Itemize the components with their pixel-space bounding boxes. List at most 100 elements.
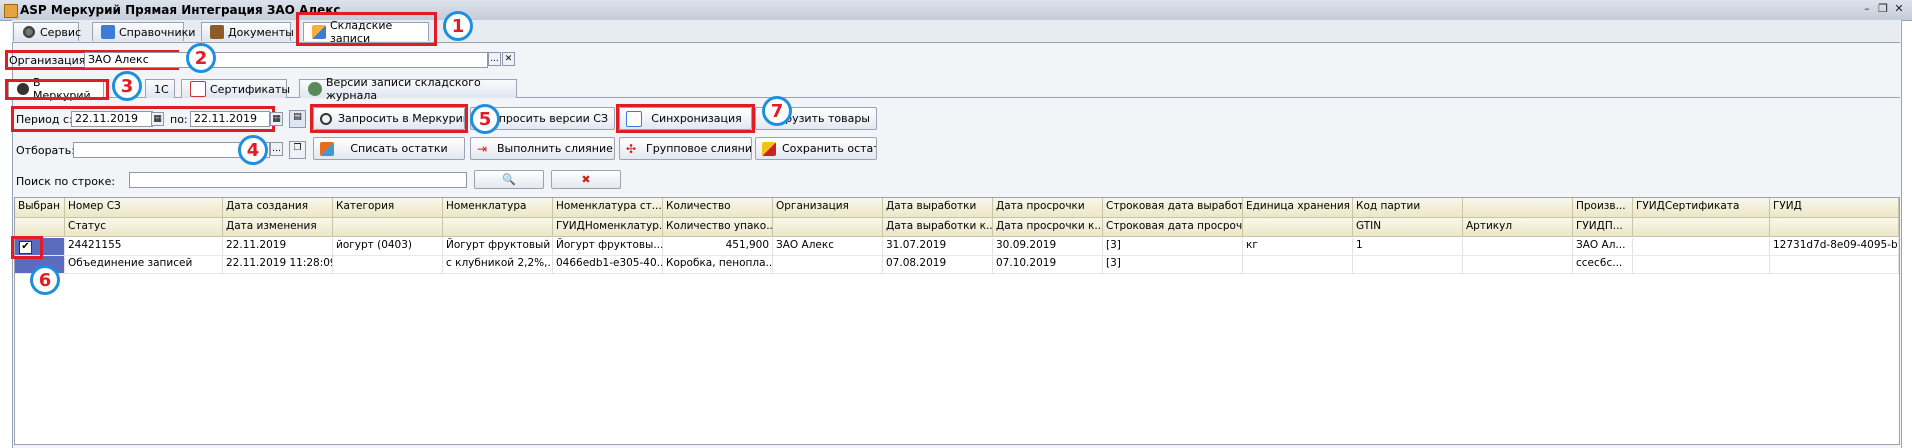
period-from-label: Период с:	[16, 113, 73, 126]
row1-created: 22.11.2019	[223, 238, 333, 256]
header-category[interactable]: Категория	[333, 198, 443, 218]
org-clear-button[interactable]: ✕	[502, 52, 515, 66]
subtab-record-versions[interactable]: Версии записи складского журнала	[299, 76, 517, 102]
merge-icon: ⇥	[477, 141, 488, 156]
subheader-organization[interactable]	[773, 218, 883, 237]
group-merge-button[interactable]: ✣ Групповое слияние	[619, 137, 752, 160]
filter-label: Отборать:	[16, 144, 75, 157]
row1-nomenclature: Йогурт фруктовый	[443, 238, 553, 256]
grid-content: Выбран Номер СЗ Статус 24421155 Объединение …	[15, 198, 1899, 444]
row1b-created: 22.11.2019 11:28:09	[223, 256, 333, 274]
callout-5: 5	[470, 104, 500, 134]
row1b-storage-unit	[1243, 256, 1353, 274]
row1-category: йогурт (0403)	[333, 238, 443, 256]
row1-production-date: 31.07.2019	[883, 238, 993, 256]
tab-references[interactable]: Справочники	[92, 22, 195, 41]
restore-icon[interactable]: ❐	[1876, 3, 1890, 15]
close-icon[interactable]: ✕	[1892, 3, 1906, 15]
row1b-category	[333, 256, 443, 274]
subheader-production-date[interactable]: Дата выработки к...	[883, 218, 993, 237]
subheader-article[interactable]: Артикул	[1463, 218, 1573, 237]
subheader-guid[interactable]	[1770, 218, 1899, 237]
row1-article	[1463, 238, 1573, 256]
period-to-field[interactable]: 22.11.2019	[190, 111, 270, 127]
subheader-cert-guid[interactable]	[1633, 218, 1770, 237]
highlight-box-7	[616, 104, 755, 133]
header-expiry-date[interactable]: Дата просрочки	[993, 198, 1103, 218]
book-icon	[101, 25, 115, 39]
search-input[interactable]	[129, 172, 467, 188]
row1-cert-guid	[1633, 238, 1770, 256]
header-batch-code[interactable]: Код партии	[1353, 198, 1463, 218]
row1b-batch-code	[1353, 256, 1463, 274]
row1b-nom-standard: 0466edb1-e305-40...	[553, 256, 663, 274]
title-bar: ASP Меркурий Прямая Интеграция ЗАО Алекс…	[0, 0, 1912, 21]
highlight-box-1	[296, 12, 437, 46]
subheader-producer[interactable]: ГУИДП...	[1573, 218, 1633, 237]
highlight-box-3	[5, 79, 109, 100]
gear-icon	[22, 25, 36, 39]
save-rest-button[interactable]: Сохранить остатки	[755, 137, 877, 160]
row1-batch-code: 1	[1353, 238, 1463, 256]
header-producer[interactable]: Произв...	[1573, 198, 1633, 218]
subheader-nomenclature[interactable]	[443, 218, 553, 237]
callout-6: 6	[30, 265, 60, 295]
filter-select-button[interactable]: …	[270, 142, 283, 156]
callout-3: 3	[112, 71, 142, 101]
period-from-field[interactable]: 22.11.2019	[71, 111, 153, 127]
org-select-button[interactable]: ...	[488, 52, 501, 66]
header-selected[interactable]: Выбран	[15, 198, 65, 218]
subheader-storage-unit[interactable]	[1243, 218, 1353, 237]
callout-2: 2	[186, 43, 216, 73]
subheader-nom-standard[interactable]: ГУИДНоменклатур...	[553, 218, 663, 237]
app-icon	[4, 4, 18, 18]
eraser-icon	[320, 141, 334, 156]
calendar-icon[interactable]: ▦	[151, 112, 164, 126]
row1b-quantity: Коробка, пенопла...	[663, 256, 773, 274]
header-nomenclature[interactable]: Номенклатура	[443, 198, 553, 218]
copy-icon[interactable]: ❐	[289, 141, 306, 159]
row1-storage-unit: кг	[1243, 238, 1353, 256]
calendar-icon[interactable]: ▦	[270, 112, 283, 126]
subheader-quantity[interactable]: Количество упако...	[663, 218, 773, 237]
header-nom-standard[interactable]: Номенклатура ст...	[553, 198, 663, 218]
row1b-production-date: 07.08.2019	[883, 256, 993, 274]
row1-quantity: 451,900	[663, 238, 773, 256]
subtab-certificates[interactable]: Сертификаты	[181, 79, 290, 98]
highlight-box-5	[310, 104, 468, 133]
header-organization[interactable]: Организация	[773, 198, 883, 218]
clear-search-button[interactable]: ✖	[551, 170, 621, 189]
header-quantity[interactable]: Количество	[663, 198, 773, 218]
tab-documents[interactable]: Документы	[201, 22, 294, 41]
row1b-record-number: Объединение записей	[65, 256, 223, 274]
briefcase-icon	[210, 25, 224, 39]
versions-icon	[308, 82, 322, 96]
subheader-created[interactable]: Дата изменения	[223, 218, 333, 237]
tab-service[interactable]: Сервис	[13, 22, 81, 41]
search-icon: 🔍	[502, 173, 516, 186]
header-storage-unit[interactable]: Единица хранения	[1243, 198, 1353, 218]
subheader-batch-code[interactable]: GTIN	[1353, 218, 1463, 237]
write-off-button[interactable]: Списать остатки	[313, 137, 465, 160]
header-article[interactable]	[1463, 198, 1573, 218]
org-field[interactable]: ЗАО Алекс	[84, 52, 488, 68]
period-settings-icon[interactable]: ▤	[289, 110, 306, 128]
minimize-icon[interactable]: –	[1860, 3, 1874, 15]
subheader-string-production-date[interactable]: Строковая дата просроч...	[1103, 218, 1243, 237]
subheader-selected[interactable]	[15, 218, 65, 237]
subheader-record-number[interactable]: Статус	[65, 218, 223, 237]
header-cert-guid[interactable]: ГУИДСертификата	[1633, 198, 1770, 218]
row1b-article	[1463, 256, 1573, 274]
subheader-expiry-date[interactable]: Дата просрочки к...	[993, 218, 1103, 237]
search-button[interactable]: 🔍	[474, 170, 544, 189]
header-string-production-date[interactable]: Строковая дата выработ...	[1103, 198, 1243, 218]
header-created[interactable]: Дата создания	[223, 198, 333, 218]
header-record-number[interactable]: Номер СЗ	[65, 198, 223, 218]
merge-button[interactable]: ⇥ Выполнить слияние	[470, 137, 615, 160]
subtab-1c[interactable]: 1С	[145, 79, 175, 98]
row1b-nomenclature: с клубникой 2,2%,...	[443, 256, 553, 274]
row1-string-production-date: [3]	[1103, 238, 1243, 256]
header-production-date[interactable]: Дата выработки	[883, 198, 993, 218]
header-guid[interactable]: ГУИД	[1770, 198, 1899, 218]
subheader-category[interactable]	[333, 218, 443, 237]
